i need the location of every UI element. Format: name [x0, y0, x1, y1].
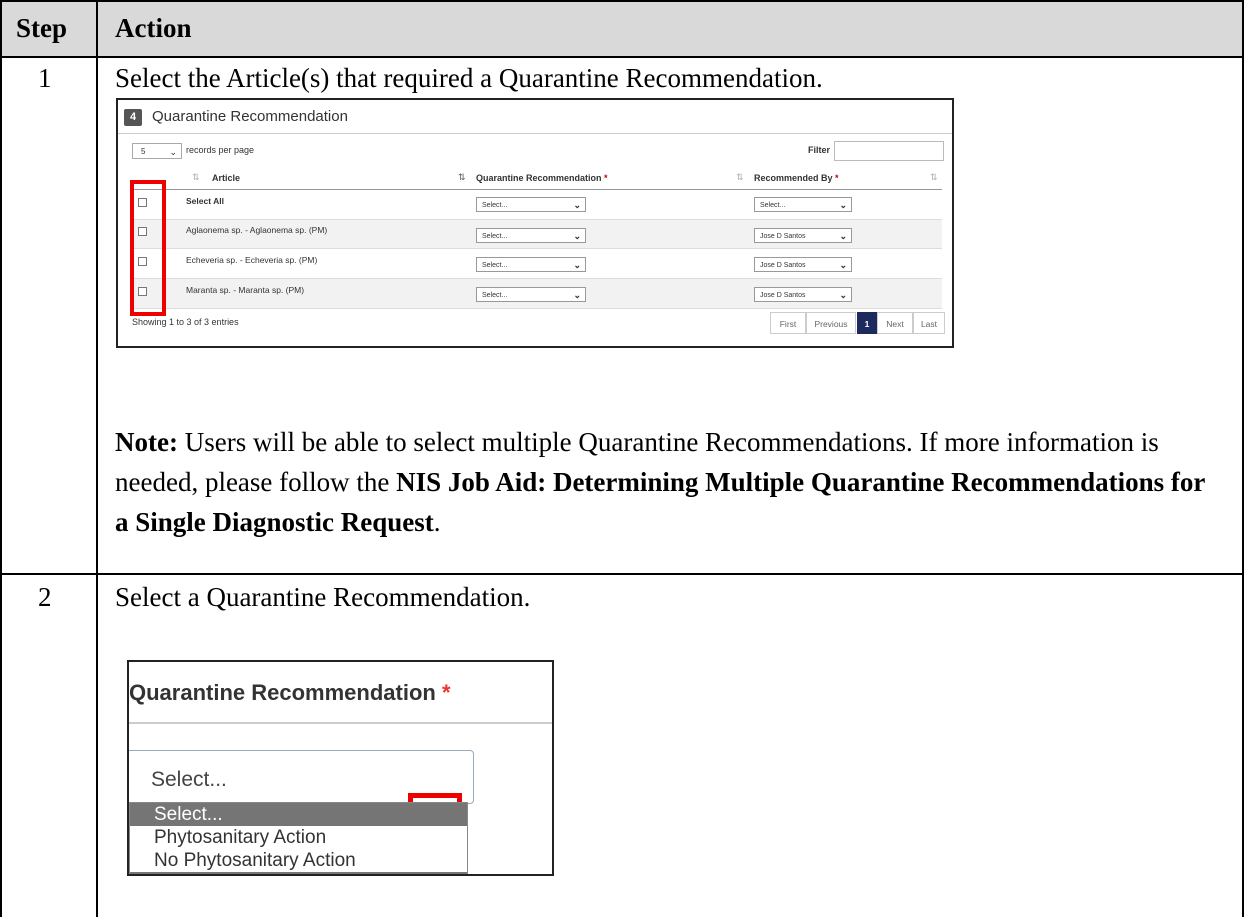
note-text-end: .	[433, 507, 441, 537]
section-title: Quarantine Recommendation	[152, 108, 348, 125]
filter-label: Filter	[808, 145, 831, 155]
column-header-article[interactable]: Article	[212, 173, 240, 183]
recommended-by-select[interactable]: Jose D Santos ⌄	[754, 228, 852, 243]
select-value: Jose D Santos	[760, 262, 806, 269]
recommendation-select[interactable]: Select... ⌄	[476, 257, 586, 272]
recommendation-select[interactable]: Select... ⌄	[476, 228, 586, 243]
pager-previous-button[interactable]: Previous	[806, 312, 856, 334]
header-action: Action	[115, 13, 192, 43]
job-aid-table: Step Action 1 Select the Article(s) that…	[0, 0, 1244, 917]
chevron-down-icon: ⌄	[839, 200, 847, 210]
quarantine-table-screenshot: 4 Quarantine Recommendation 5 ⌄ records …	[116, 98, 954, 348]
select-value: Select...	[482, 202, 508, 209]
step-action-text: Select a Quarantine Recommendation.	[115, 582, 531, 612]
chevron-down-icon: ⌄	[839, 231, 847, 241]
checkbox-highlight-box	[130, 180, 166, 316]
column-header-recommended-by[interactable]: Recommended By *	[754, 173, 839, 183]
table-border	[96, 0, 98, 917]
row-divider	[132, 308, 942, 309]
select-value: Jose D Santos	[760, 233, 806, 240]
required-asterisk: *	[835, 173, 839, 183]
pager-last-button[interactable]: Last	[913, 312, 945, 334]
field-label: Quarantine Recommendation *	[129, 680, 451, 706]
chevron-down-icon: ⌄	[573, 290, 581, 300]
step-action-text: Select the Article(s) that required a Qu…	[115, 63, 823, 93]
divider	[129, 722, 552, 724]
select-value: Select...	[151, 768, 227, 791]
article-cell: Aglaonema sp. - Aglaonema sp. (PM)	[186, 225, 328, 235]
dropdown-list-bottom	[130, 872, 467, 874]
chevron-down-icon: ⌄	[573, 200, 581, 210]
table-border	[0, 0, 2, 917]
table-border	[0, 573, 1244, 575]
chevron-down-icon: ⌄	[573, 231, 581, 241]
chevron-down-icon: ⌄	[839, 260, 847, 270]
step-number: 1	[38, 63, 52, 93]
page-size-value: 5	[141, 147, 146, 156]
recommended-by-select[interactable]: Jose D Santos ⌄	[754, 257, 852, 272]
column-header-quarantine-recommendation[interactable]: Quarantine Recommendation *	[476, 173, 608, 183]
note-paragraph: Note: Users will be able to select multi…	[115, 422, 1215, 542]
entries-info: Showing 1 to 3 of 3 entries	[132, 317, 239, 327]
sort-icon[interactable]: ⇅	[192, 172, 200, 183]
required-asterisk: *	[441, 680, 451, 705]
dropdown-option[interactable]: No Phytosanitary Action	[130, 849, 467, 872]
select-value: Select...	[482, 233, 508, 240]
sort-icon[interactable]: ⇅	[930, 172, 938, 183]
field-label-text: Quarantine Recommendation	[129, 680, 436, 705]
pager-page-button[interactable]: 1	[857, 312, 877, 334]
recommended-by-select[interactable]: Jose D Santos ⌄	[754, 287, 852, 302]
filter-input[interactable]	[834, 141, 944, 161]
sort-icon[interactable]: ⇅	[736, 172, 744, 183]
dropdown-option[interactable]: Select...	[130, 803, 467, 826]
records-per-page-label: records per page	[186, 145, 255, 155]
table-border	[0, 0, 1244, 2]
chevron-down-icon: ⌄	[169, 147, 177, 157]
chevron-down-icon: ⌄	[573, 260, 581, 270]
chevron-down-icon: ⌄	[839, 290, 847, 300]
page-size-select[interactable]: 5 ⌄	[132, 143, 182, 159]
column-header-label: Quarantine Recommendation	[476, 173, 602, 183]
divider	[118, 133, 952, 134]
dropdown-option[interactable]: Phytosanitary Action	[130, 826, 467, 849]
select-value: Select...	[482, 292, 508, 299]
recommendation-select[interactable]: Select... ⌄	[476, 197, 586, 212]
table-border	[0, 56, 1244, 58]
select-value: Select...	[760, 202, 786, 209]
select-value: Select...	[482, 262, 508, 269]
article-cell: Echeveria sp. - Echeveria sp. (PM)	[186, 255, 318, 265]
dropdown-screenshot: Quarantine Recommendation * ⌄ Select... …	[127, 660, 554, 876]
recommended-by-select[interactable]: Select... ⌄	[754, 197, 852, 212]
header-step: Step	[16, 13, 68, 43]
column-header-label: Recommended By	[754, 173, 833, 183]
pager-next-button[interactable]: Next	[877, 312, 913, 334]
pager-first-button[interactable]: First	[770, 312, 806, 334]
required-asterisk: *	[604, 173, 608, 183]
select-value: Jose D Santos	[760, 292, 806, 299]
article-cell: Select All	[186, 196, 224, 206]
sort-icon[interactable]: ⇅	[458, 172, 466, 183]
article-cell: Maranta sp. - Maranta sp. (PM)	[186, 285, 305, 295]
dropdown-options-list: Select... Phytosanitary Action No Phytos…	[129, 802, 468, 874]
recommendation-select[interactable]: Select... ⌄	[476, 287, 586, 302]
note-label: Note:	[115, 427, 178, 457]
section-number-badge: 4	[124, 109, 142, 126]
step-number: 2	[38, 582, 52, 612]
